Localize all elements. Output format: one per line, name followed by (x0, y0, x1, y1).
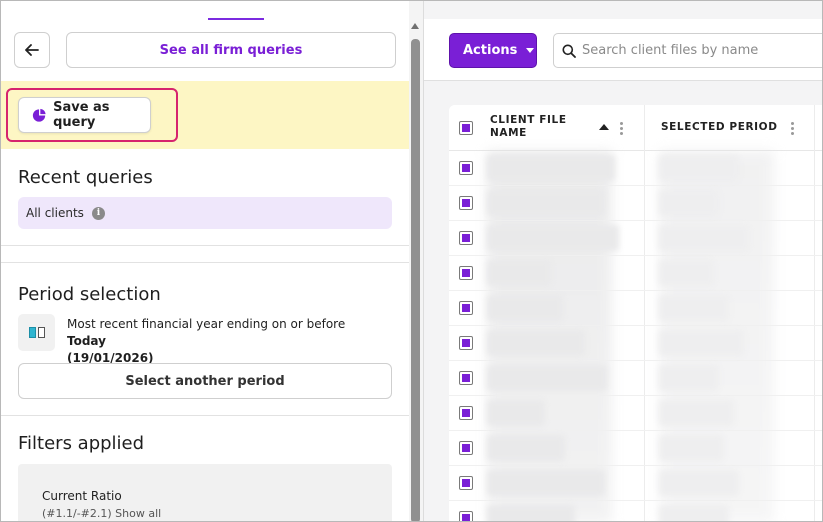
redacted-cell (487, 365, 607, 391)
filters-applied-heading: Filters applied (18, 433, 145, 454)
column-header-selected-period[interactable]: SELECTED PERIOD (661, 121, 778, 133)
table-row[interactable] (449, 256, 822, 291)
select-another-period-button[interactable]: Select another period (18, 363, 392, 399)
redacted-cell (487, 155, 615, 181)
redacted-cell (659, 400, 734, 426)
scrollbar-thumb[interactable] (411, 39, 420, 521)
period-selection-heading: Period selection (18, 284, 161, 305)
redacted-cell (659, 435, 724, 461)
see-all-firm-queries-button[interactable]: See all firm queries (66, 32, 396, 68)
redacted-cell (659, 330, 744, 356)
row-checkbox[interactable] (459, 511, 473, 521)
row-checkbox[interactable] (459, 266, 473, 280)
filter-name: Current Ratio (42, 489, 122, 503)
table-row[interactable] (449, 396, 822, 431)
redacted-cell (487, 435, 565, 461)
table-row[interactable] (449, 501, 822, 521)
row-checkbox[interactable] (459, 161, 473, 175)
redacted-cell (487, 470, 605, 496)
select-all-checkbox[interactable] (459, 121, 473, 135)
row-checkbox[interactable] (459, 301, 473, 315)
row-checkbox[interactable] (459, 231, 473, 245)
table-row[interactable] (449, 361, 822, 396)
redacted-cell (487, 260, 551, 286)
info-icon[interactable]: i (91, 206, 105, 220)
redacted-cell (487, 225, 619, 251)
redacted-cell (659, 190, 719, 216)
kebab-menu-icon[interactable] (620, 122, 623, 135)
redacted-cell (659, 225, 749, 251)
redacted-cell (487, 400, 545, 426)
client-files-table: CLIENT FILE NAME SELECTED PERIOD (449, 105, 822, 521)
table-row[interactable] (449, 431, 822, 466)
search-icon (562, 44, 576, 58)
table-row[interactable] (449, 151, 822, 186)
kebab-menu-icon[interactable] (791, 122, 794, 135)
redacted-cell (659, 155, 739, 181)
section-divider (1, 415, 409, 416)
back-button[interactable] (14, 32, 50, 68)
scroll-up-arrow-icon[interactable] (411, 23, 419, 29)
recent-query-label: All clients (26, 206, 84, 220)
redacted-cell (659, 365, 719, 391)
table-row[interactable] (449, 221, 822, 256)
table-row[interactable] (449, 291, 822, 326)
app-window: See all firm queries Save as query Recen… (0, 0, 823, 522)
redacted-cell (487, 295, 563, 321)
row-checkbox[interactable] (459, 196, 473, 210)
redacted-cell (659, 505, 729, 521)
pie-chart-icon (32, 108, 46, 122)
search-input[interactable] (582, 43, 822, 58)
caret-down-icon (526, 48, 535, 53)
search-client-files[interactable] (553, 33, 822, 68)
redacted-cell (659, 295, 729, 321)
save-as-query-button[interactable]: Save as query (18, 97, 151, 133)
calendar-period-icon (18, 314, 55, 351)
redacted-cell (659, 260, 714, 286)
period-description-text: Most recent financial year ending on or … (67, 317, 346, 331)
save-as-query-label: Save as query (53, 100, 110, 130)
active-tab-indicator (208, 18, 264, 20)
column-header-client-file-name[interactable]: CLIENT FILE NAME (490, 114, 570, 140)
sort-ascending-icon[interactable] (599, 124, 609, 130)
redacted-cell (659, 470, 739, 496)
period-today: Today (67, 334, 106, 348)
redacted-cell (487, 505, 575, 521)
row-checkbox[interactable] (459, 476, 473, 490)
actions-label: Actions (463, 43, 518, 58)
row-checkbox[interactable] (459, 336, 473, 350)
row-checkbox[interactable] (459, 441, 473, 455)
table-header: CLIENT FILE NAME SELECTED PERIOD (449, 105, 822, 151)
table-row[interactable] (449, 466, 822, 501)
section-divider (1, 245, 409, 246)
results-panel: Actions CLIENT FILE NAME SELECTED PERIOD (423, 1, 822, 521)
query-panel: See all firm queries Save as query Recen… (1, 1, 409, 521)
row-checkbox[interactable] (459, 406, 473, 420)
table-row[interactable] (449, 186, 822, 221)
table-row[interactable] (449, 326, 822, 361)
filter-details: (#1.1/-#2.1) Show all (42, 507, 162, 520)
recent-query-all-clients[interactable]: All clients i (18, 197, 392, 229)
row-checkbox[interactable] (459, 371, 473, 385)
redacted-cell (487, 330, 585, 356)
period-description: Most recent financial year ending on or … (67, 316, 387, 367)
actions-dropdown-button[interactable]: Actions (449, 33, 537, 68)
section-divider (1, 262, 409, 263)
arrow-left-icon (25, 44, 39, 56)
redacted-cell (487, 190, 605, 216)
recent-queries-heading: Recent queries (18, 167, 153, 188)
